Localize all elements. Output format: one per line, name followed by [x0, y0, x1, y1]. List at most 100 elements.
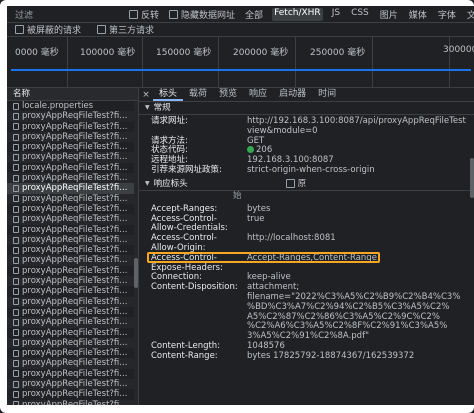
document-icon [13, 380, 19, 388]
header-value: bytes 17825792-18874367/162539372 [247, 350, 415, 361]
details-scroll-thumb[interactable] [470, 158, 474, 198]
request-row[interactable]: proxyAppReqFileTest?fi... [7, 225, 138, 235]
invert-checkbox[interactable]: 反转 [129, 8, 159, 21]
request-name: proxyAppReqFileTest?fi... [22, 399, 128, 405]
request-row[interactable]: proxyAppReqFileTest?fi... [7, 276, 138, 287]
type-filter-js[interactable]: JS [330, 8, 342, 21]
request-row[interactable]: proxyAppReqFileTest?fi... [7, 307, 138, 317]
type-filter-all[interactable]: 全部 [243, 8, 265, 21]
tab-initiator[interactable]: 启动器 [273, 88, 312, 101]
request-row[interactable]: proxyAppReqFileTest?fi... [7, 328, 138, 338]
type-filter-css[interactable]: CSS [349, 8, 371, 21]
response-headers-section-header[interactable]: ▼ 响应标头 原 [139, 177, 474, 191]
name-column-header[interactable]: 名称 [7, 88, 138, 101]
type-filter-doc[interactable]: 文档 [465, 8, 474, 21]
request-list-scroll-thumb[interactable] [134, 258, 138, 288]
request-row[interactable]: proxyAppReqFileTest?fi... [7, 234, 138, 246]
timeline-gridline [372, 37, 373, 87]
blocked-requests-checkbox[interactable]: 被屏蔽的请求 [15, 23, 81, 36]
request-rows: locale.properties proxyAppReqFileTest?fi.… [7, 101, 138, 405]
request-name: proxyAppReqFileTest?fi... [22, 214, 128, 225]
request-row[interactable]: proxyAppReqFileTest?fi... [7, 193, 138, 204]
general-title: 常规 [153, 103, 171, 113]
checkbox-icon [97, 25, 107, 34]
request-row[interactable]: proxyAppReqFileTest?fi... [7, 152, 138, 163]
request-row[interactable]: proxyAppReqFileTest?fi... [7, 389, 138, 399]
status-code-text: 206 [256, 145, 273, 156]
request-row[interactable]: proxyAppReqFileTest?fi... [7, 348, 138, 358]
type-filter-img[interactable]: 图片 [378, 8, 400, 21]
request-name: proxyAppReqFileTest?fi... [22, 203, 128, 214]
request-name: proxyAppReqFileTest?fi... [22, 286, 128, 297]
request-name: proxyAppReqFileTest?fi... [22, 111, 128, 122]
request-row[interactable]: proxyAppReqFileTest?fi... [7, 266, 138, 276]
request-row[interactable]: proxyAppReqFileTest?fi... [7, 214, 138, 225]
request-row[interactable]: proxyAppReqFileTest?fi... [7, 379, 138, 390]
document-icon [13, 401, 19, 405]
document-icon [13, 267, 19, 275]
timeline-tick: 100000 毫秒 [80, 48, 136, 58]
filter-input[interactable]: 过滤 [15, 8, 33, 21]
request-row[interactable]: proxyAppReqFileTest?fi... [7, 358, 138, 369]
request-row[interactable]: proxyAppReqFileTest?fi... [7, 245, 138, 255]
request-row[interactable]: proxyAppReqFileTest?fi... [7, 296, 138, 307]
third-party-label: 第三方请求 [109, 26, 155, 36]
request-row[interactable]: proxyAppReqFileTest?fi... [7, 337, 138, 349]
raw-label-cont: 始 [233, 190, 242, 201]
type-filter-media[interactable]: 媒体 [407, 8, 429, 21]
request-name: proxyAppReqFileTest?fi... [22, 234, 128, 245]
request-name: proxyAppReqFileTest?fi... [22, 296, 128, 307]
hide-data-urls-checkbox[interactable]: 隐藏数据网址 [169, 8, 235, 21]
third-party-checkbox[interactable]: 第三方请求 [97, 23, 154, 36]
document-icon [13, 287, 19, 295]
document-icon [13, 174, 19, 182]
request-row[interactable]: proxyAppReqFileTest?fi... [7, 173, 138, 184]
request-name: proxyAppReqFileTest?fi... [22, 245, 128, 256]
request-row[interactable]: locale.properties [7, 101, 138, 111]
request-row[interactable]: proxyAppReqFileTest?fi... [7, 255, 138, 266]
referrer-policy-value: strict-origin-when-cross-origin [247, 164, 375, 175]
tab-preview[interactable]: 预览 [213, 88, 243, 101]
request-row[interactable]: proxyAppReqFileTest?fi... [7, 111, 138, 122]
tab-headers[interactable]: 标头 [153, 88, 184, 101]
request-row[interactable]: proxyAppReqFileTest?fi... [7, 204, 138, 214]
request-name: proxyAppReqFileTest?fi... [22, 142, 128, 153]
blocked-requests-label: 被屏蔽的请求 [27, 26, 82, 36]
request-row[interactable]: proxyAppReqFileTest?fi... [7, 163, 138, 173]
request-row[interactable]: proxyAppReqFileTest?fi... [7, 142, 138, 152]
tab-response[interactable]: 响应 [243, 88, 273, 101]
document-icon [13, 277, 19, 285]
request-row[interactable]: proxyAppReqFileTest?fi... [7, 183, 138, 194]
request-row[interactable]: proxyAppReqFileTest?fi... [7, 399, 138, 405]
tab-payload[interactable]: 载荷 [183, 88, 213, 101]
document-icon [13, 246, 19, 254]
request-row[interactable]: proxyAppReqFileTest?fi... [7, 131, 138, 143]
tab-timing[interactable]: 时间 [312, 88, 342, 101]
request-row[interactable]: proxyAppReqFileTest?fi... [7, 122, 138, 132]
document-icon [13, 154, 19, 162]
request-row[interactable]: proxyAppReqFileTest?fi... [7, 317, 138, 328]
request-name: proxyAppReqFileTest?fi... [22, 276, 128, 287]
timeline-gridline [67, 37, 68, 87]
document-icon [13, 339, 19, 347]
document-icon [13, 112, 19, 120]
type-filter-font[interactable]: 字体 [436, 8, 458, 21]
request-name: proxyAppReqFileTest?fi... [22, 224, 128, 235]
request-list-scrollbar[interactable] [134, 101, 138, 405]
header-name: Content-Disposition: [151, 282, 238, 293]
request-name: proxyAppReqFileTest?fi... [22, 306, 128, 317]
timeline-overview[interactable]: 0000 毫秒 100000 毫秒 150000 毫秒 200000 毫秒 25… [7, 37, 474, 88]
request-row[interactable]: proxyAppReqFileTest?fi... [7, 369, 138, 379]
network-panel: 过滤 反转 隐藏数据网址 全部 Fetch/XHR JS CSS 图片 媒体 字… [7, 6, 474, 405]
request-name: proxyAppReqFileTest?fi... [22, 131, 128, 142]
close-icon[interactable]: × [139, 90, 153, 100]
raw-headers-checkbox[interactable]: 原 [285, 178, 307, 190]
raw-label: 原 [297, 178, 307, 189]
document-icon [13, 185, 19, 193]
triangle-down-icon: ▼ [145, 179, 150, 187]
request-name: proxyAppReqFileTest?fi... [22, 317, 128, 328]
type-filter-fetch-xhr[interactable]: Fetch/XHR [272, 7, 323, 21]
request-row[interactable]: proxyAppReqFileTest?fi... [7, 286, 138, 296]
request-name: proxyAppReqFileTest?fi... [22, 337, 128, 348]
general-section-header[interactable]: ▼ 常规 [139, 102, 474, 115]
